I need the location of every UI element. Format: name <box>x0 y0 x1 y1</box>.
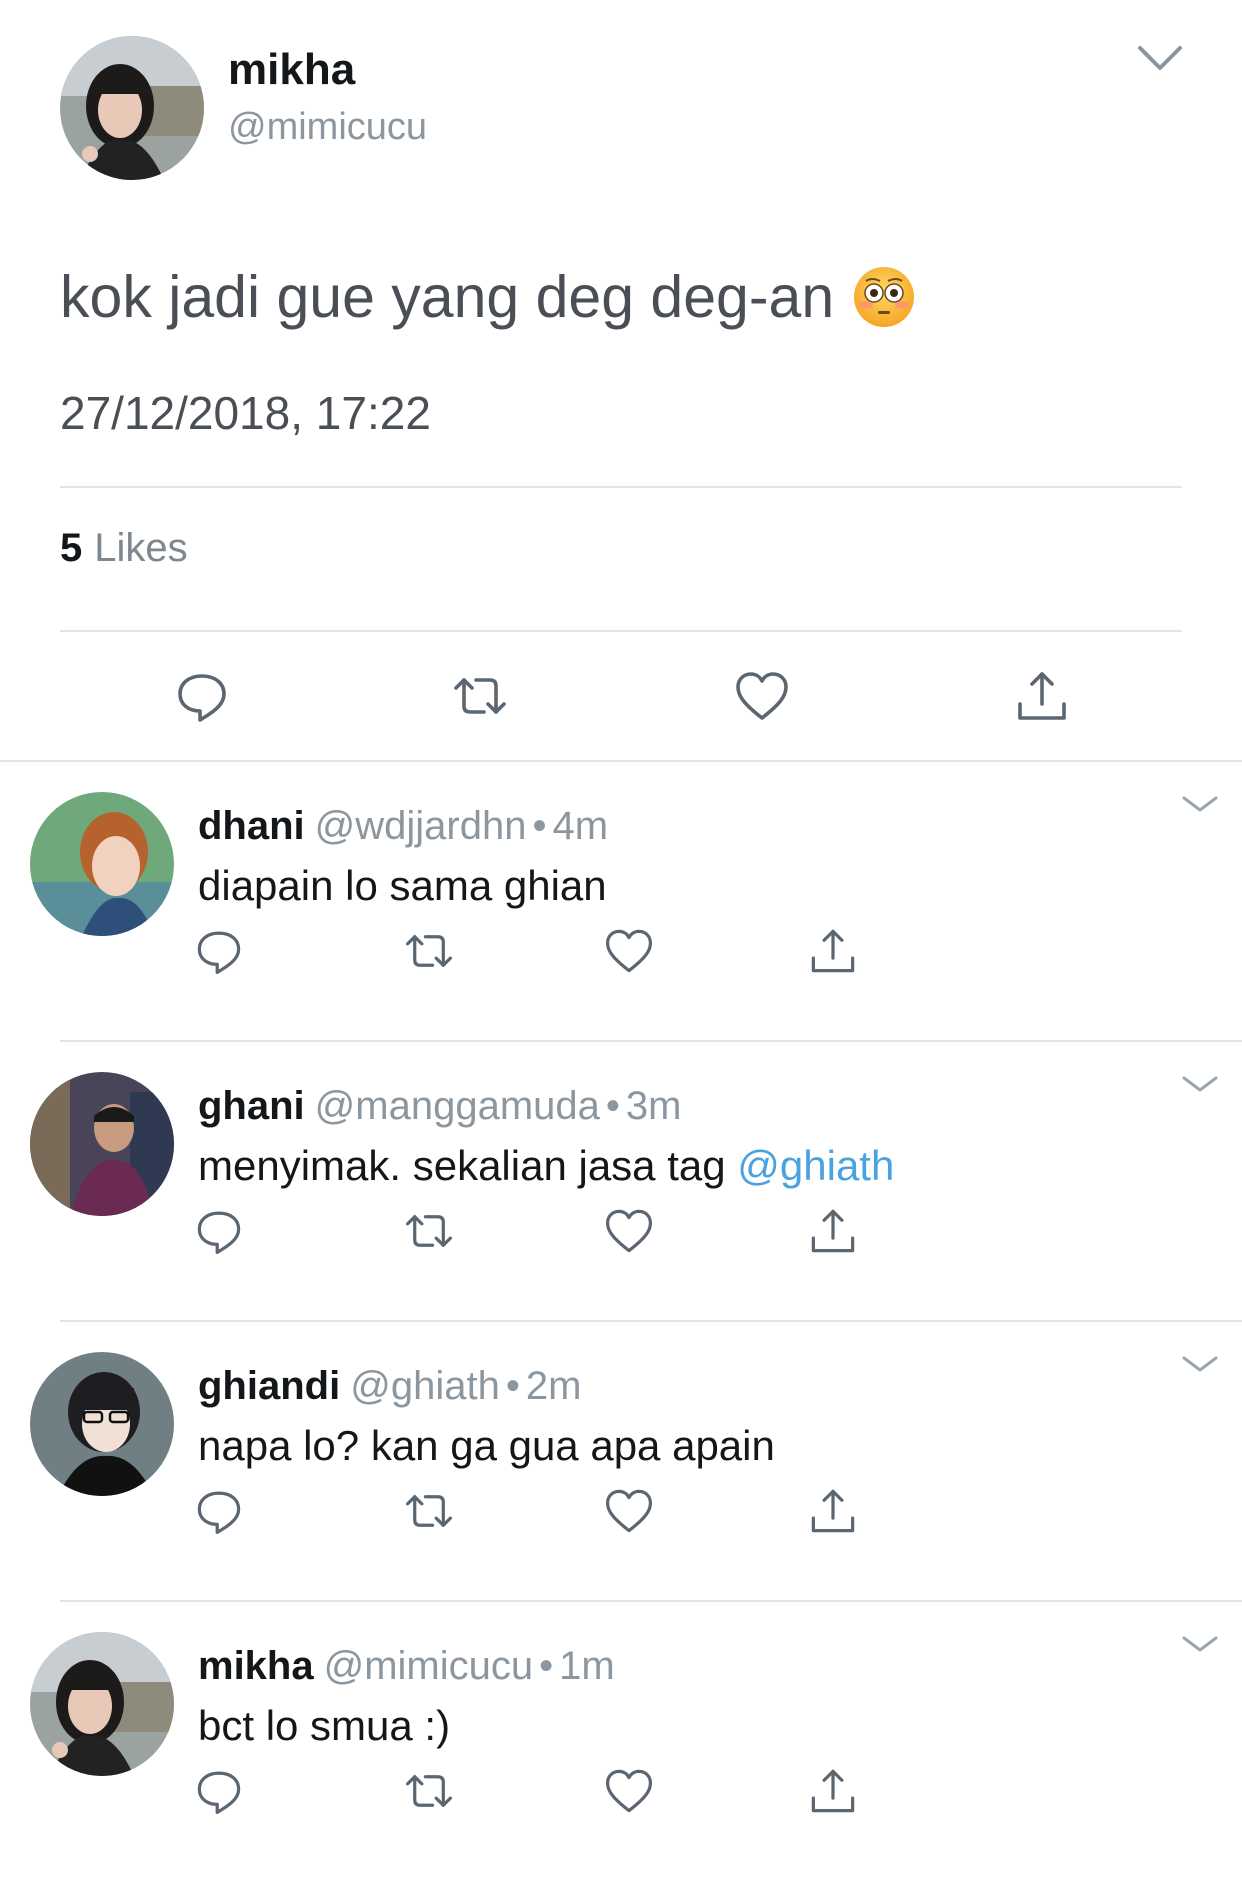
reply-time[interactable]: 2m <box>526 1364 582 1408</box>
reply-time[interactable]: 3m <box>626 1084 682 1128</box>
like-icon[interactable] <box>604 1486 654 1536</box>
reply-tweet[interactable]: ghani @manggamuda • 3m menyimak. sekalian j… <box>0 1042 1242 1322</box>
avatar[interactable] <box>30 1352 174 1496</box>
reply-author-name[interactable]: dhani <box>198 804 305 848</box>
avatar[interactable] <box>30 1632 174 1776</box>
reply-header: mikha @mimicucu • 1m <box>198 1642 615 1690</box>
retweet-icon[interactable] <box>404 926 454 976</box>
tweet-timestamp[interactable]: 27/12/2018, 17:22 <box>60 386 431 440</box>
avatar[interactable] <box>30 792 174 936</box>
reply-text-content: napa lo? kan ga gua apa apain <box>198 1422 775 1469</box>
mention-link[interactable]: @ghiath <box>737 1142 894 1189</box>
reply-author-handle[interactable]: @ghiath <box>350 1364 500 1408</box>
like-icon[interactable] <box>734 668 790 724</box>
reply-text-content: diapain lo sama ghian <box>198 862 607 909</box>
reply-header: ghiandi @ghiath • 2m <box>198 1362 581 1410</box>
likes-count: 5 <box>60 526 83 570</box>
reply-icon[interactable] <box>194 926 244 976</box>
reply-text: diapain lo sama ghian <box>198 860 607 912</box>
reply-author-handle[interactable]: @manggamuda <box>315 1084 600 1128</box>
chevron-down-icon[interactable] <box>1134 40 1186 76</box>
retweet-icon[interactable] <box>404 1206 454 1256</box>
chevron-down-icon[interactable] <box>1180 792 1220 816</box>
reply-icon[interactable] <box>194 1766 244 1816</box>
author-name[interactable]: mikha <box>228 44 355 96</box>
likes-stat[interactable]: 5 Likes <box>60 524 188 572</box>
reply-author-name[interactable]: mikha <box>198 1644 314 1688</box>
reply-author-name[interactable]: ghiandi <box>198 1364 340 1408</box>
separator-dot: • <box>605 1084 620 1128</box>
author-handle[interactable]: @mimicucu <box>228 104 427 150</box>
reply-tweet[interactable]: ghiandi @ghiath • 2m napa lo? kan ga gua ap… <box>0 1322 1242 1602</box>
avatar[interactable] <box>60 36 204 180</box>
retweet-icon[interactable] <box>404 1486 454 1536</box>
like-icon[interactable] <box>604 926 654 976</box>
reply-time[interactable]: 1m <box>559 1644 615 1688</box>
separator-dot: • <box>539 1644 554 1688</box>
reply-text: bct lo smua :) <box>198 1700 450 1752</box>
reply-tweet[interactable]: mikha @mimicucu • 1m bct lo smua :) <box>0 1602 1242 1886</box>
reply-author-handle[interactable]: @wdjjardhn <box>315 804 527 848</box>
tweet-text: kok jadi gue yang deg deg-an <box>60 262 916 332</box>
chevron-down-icon[interactable] <box>1180 1632 1220 1656</box>
separator-dot: • <box>505 1364 520 1408</box>
share-icon[interactable] <box>808 1206 858 1256</box>
share-icon[interactable] <box>808 1766 858 1816</box>
reply-author-handle[interactable]: @mimicucu <box>324 1644 534 1688</box>
like-icon[interactable] <box>604 1766 654 1816</box>
share-icon[interactable] <box>808 926 858 976</box>
divider <box>60 486 1182 488</box>
reply-header: dhani @wdjjardhn • 4m <box>198 802 608 850</box>
reply-text-content: menyimak. sekalian jasa tag <box>198 1142 738 1189</box>
like-icon[interactable] <box>604 1206 654 1256</box>
chevron-down-icon[interactable] <box>1180 1352 1220 1376</box>
reply-tweet[interactable]: dhani @wdjjardhn • 4m diapain lo sama ghian <box>0 762 1242 1042</box>
retweet-icon[interactable] <box>404 1766 454 1816</box>
reply-text: napa lo? kan ga gua apa apain <box>198 1420 775 1472</box>
reply-icon[interactable] <box>194 1486 244 1536</box>
avatar[interactable] <box>30 1072 174 1216</box>
share-icon[interactable] <box>1014 668 1070 724</box>
tweet-text-content: kok jadi gue yang deg deg-an <box>60 264 835 330</box>
chevron-down-icon[interactable] <box>1180 1072 1220 1096</box>
reply-text-content: bct lo smua :) <box>198 1702 451 1749</box>
reply-text: menyimak. sekalian jasa tag @ghiath <box>198 1140 894 1192</box>
reply-time[interactable]: 4m <box>553 804 609 848</box>
reply-header: ghani @manggamuda • 3m <box>198 1082 681 1130</box>
separator-dot: • <box>532 804 547 848</box>
retweet-icon[interactable] <box>452 668 508 724</box>
reply-author-name[interactable]: ghani <box>198 1084 305 1128</box>
reply-icon[interactable] <box>194 1206 244 1256</box>
likes-label: Likes <box>94 526 188 570</box>
reply-icon[interactable] <box>174 668 230 724</box>
divider <box>60 630 1182 632</box>
share-icon[interactable] <box>808 1486 858 1536</box>
flushed-face-icon <box>852 265 916 329</box>
